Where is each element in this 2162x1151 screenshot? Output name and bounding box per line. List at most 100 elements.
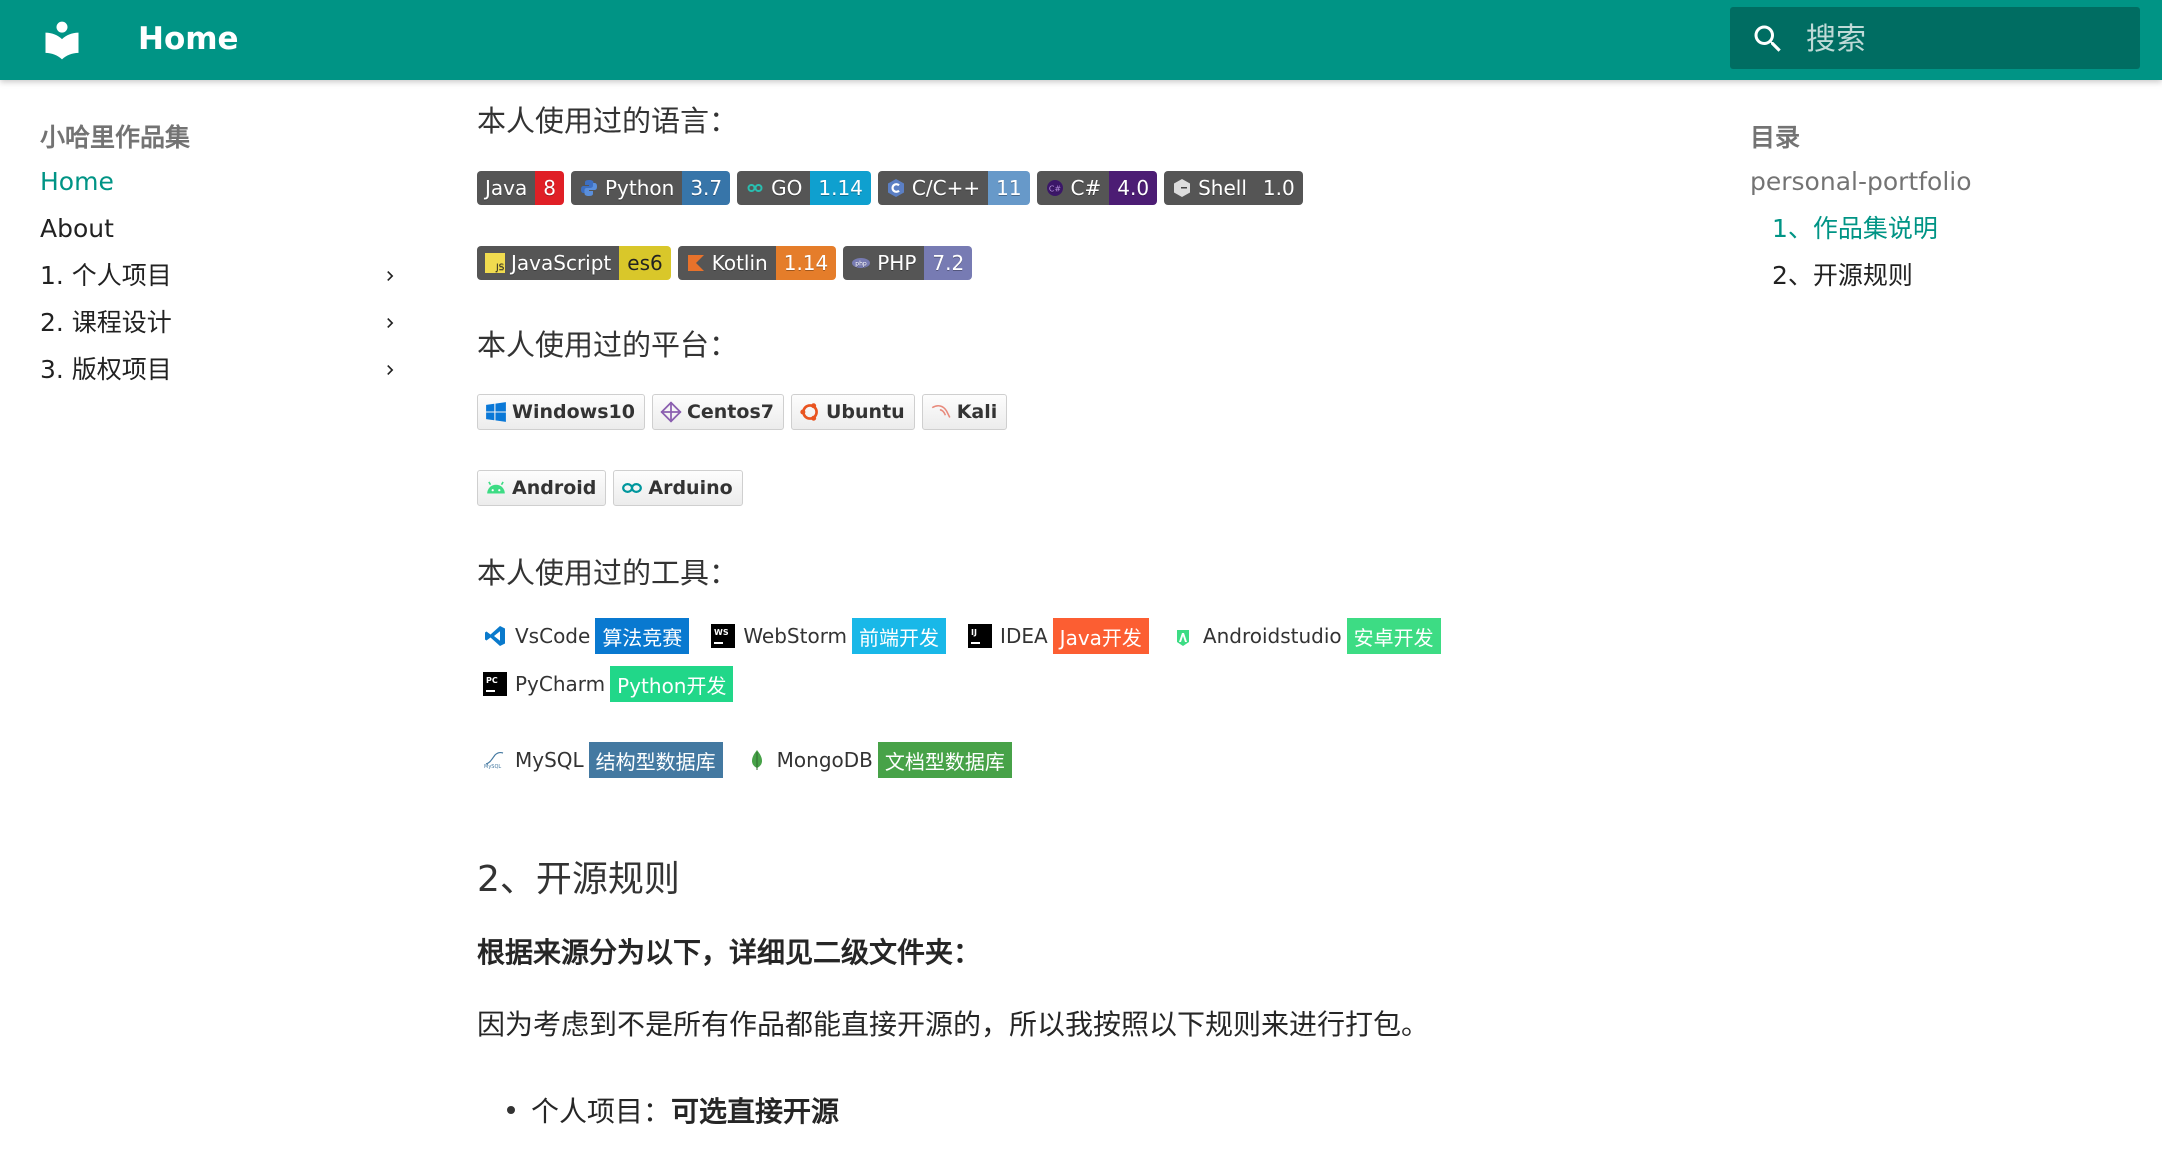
badge-value: 11 <box>988 171 1030 205</box>
chevron-right-icon <box>387 271 394 281</box>
tool-badges-row: VsCode 算法竞赛 WS WebStorm 前端开发 IJ IDEA Jav… <box>477 618 1457 654</box>
kotlin-icon <box>687 255 704 271</box>
nav-item-label: 2. 课程设计 <box>40 308 172 337</box>
badge-label: MongoDB <box>776 748 873 772</box>
badge-label: PHP <box>877 251 917 275</box>
svg-text:php: php <box>856 261 868 268</box>
badge-arduino[interactable]: Arduino <box>613 470 743 506</box>
site-title: 小哈里作品集 <box>40 123 191 152</box>
badge-idea[interactable]: IJ IDEA Java开发 <box>962 618 1149 654</box>
badge-label: JavaScript <box>511 251 612 275</box>
badge-mysql[interactable]: MySQL MySQL 结构型数据库 <box>477 742 723 778</box>
book-logo-icon[interactable] <box>40 18 84 62</box>
badge-label: Windows10 <box>512 401 635 423</box>
search-icon[interactable] <box>1750 21 1786 57</box>
badge-label: C# <box>1070 176 1102 200</box>
section-subheading: 根据来源分为以下，详细见二级文件夹： <box>477 936 982 969</box>
androidstudio-icon <box>1176 630 1189 646</box>
badge-label: Androidstudio <box>1202 624 1342 648</box>
top-app-bar: Home <box>0 0 2162 80</box>
chevron-right-icon <box>387 365 394 375</box>
badge-value: 4.0 <box>1109 171 1158 205</box>
badge-value: 文档型数据库 <box>877 742 1012 778</box>
centos-icon <box>660 401 682 423</box>
badge-label: Shell <box>1198 176 1247 200</box>
badge-value: 算法竞赛 <box>595 618 690 654</box>
badge-value: es6 <box>619 246 671 280</box>
php-icon: php <box>852 258 871 268</box>
ubuntu-icon <box>800 403 818 421</box>
badge-vscode[interactable]: VsCode 算法竞赛 <box>477 618 690 654</box>
badge-ubuntu[interactable]: Ubuntu <box>790 394 915 430</box>
badge-label: Arduino <box>648 477 733 499</box>
windows-icon <box>486 402 506 422</box>
badge-webstorm[interactable]: WS WebStorm 前端开发 <box>705 618 947 654</box>
language-badges-row: JS JavaScript es6 Kotlin 1.14 php PHP 7.… <box>477 246 979 280</box>
badge-centos7[interactable]: Centos7 <box>651 394 784 430</box>
toc-item-personal-portfolio[interactable]: personal-portfolio <box>1750 158 2130 205</box>
badge-value: 1.0 <box>1254 171 1303 205</box>
nav-item-copyright-projects[interactable]: 3. 版权项目 <box>40 346 400 393</box>
toc-item-open-source-rules[interactable]: 2、开源规则 <box>1750 252 2130 299</box>
svg-text:PC: PC <box>486 676 498 685</box>
badge-kotlin[interactable]: Kotlin 1.14 <box>677 246 837 280</box>
platform-badges-row: Android Arduino <box>477 470 750 506</box>
badge-value: 安卓开发 <box>1346 618 1441 654</box>
kali-icon <box>931 404 951 418</box>
list-item: 个人项目：可选直接开源 <box>507 1090 839 1130</box>
badge-label: Java <box>485 176 528 200</box>
badge-label: Centos7 <box>686 401 774 423</box>
nav-item-label: 1. 个人项目 <box>40 261 172 290</box>
svg-text:JS: JS <box>495 263 505 273</box>
badge-androidstudio[interactable]: Androidstudio 安卓开发 <box>1164 618 1441 654</box>
badge-label: PyCharm <box>515 672 606 696</box>
badge-go[interactable]: GO 1.14 <box>737 171 871 205</box>
tools-heading: 本人使用过的工具： <box>477 556 739 590</box>
badge-php[interactable]: php PHP 7.2 <box>843 246 973 280</box>
arduino-icon <box>622 483 643 493</box>
mongodb-icon <box>751 750 762 770</box>
svg-text:C#: C# <box>1048 185 1061 194</box>
nav-item-personal-projects[interactable]: 1. 个人项目 <box>40 252 400 299</box>
search-box[interactable] <box>1730 7 2140 71</box>
primary-navigation: 小哈里作品集 Home About 1. 个人项目 2. 课程设计 3. 版权项… <box>40 114 400 393</box>
badge-kali[interactable]: Kali <box>921 394 1008 430</box>
badge-pycharm[interactable]: PC PyCharm Python开发 <box>477 666 734 702</box>
badge-label: GO <box>771 176 803 200</box>
badge-value: 3.7 <box>682 171 731 205</box>
android-icon <box>487 481 505 494</box>
badge-windows10[interactable]: Windows10 <box>477 394 645 430</box>
nav-item-home[interactable]: Home <box>40 158 400 205</box>
badge-shell[interactable]: Shell 1.0 <box>1164 171 1303 205</box>
vscode-icon <box>485 626 505 646</box>
badge-value: 结构型数据库 <box>588 742 723 778</box>
badge-label: MySQL <box>515 748 584 772</box>
nav-item-label: 3. 版权项目 <box>40 355 172 384</box>
nav-item-about[interactable]: About <box>40 205 400 252</box>
badge-value: 1.14 <box>810 171 871 205</box>
badge-java[interactable]: Java 8 <box>477 171 564 205</box>
search-input[interactable] <box>1804 7 2128 71</box>
section-paragraph: 因为考虑到不是所有作品都能直接开源的，所以我按照以下规则来进行打包。 <box>477 1008 1430 1041</box>
badge-csharp[interactable]: C# C# 4.0 <box>1036 171 1158 205</box>
badge-mongodb[interactable]: MongoDB 文档型数据库 <box>738 742 1012 778</box>
page-title: Home <box>138 21 239 57</box>
badge-label: Python <box>604 176 675 200</box>
csharp-icon: C# <box>1046 180 1063 196</box>
badge-javascript[interactable]: JS JavaScript es6 <box>477 246 671 280</box>
badge-label: VsCode <box>515 624 591 648</box>
badge-label: Kotlin <box>711 251 768 275</box>
toc-item-portfolio-description[interactable]: 1、作品集说明 <box>1750 205 2130 252</box>
badge-value: 8 <box>535 171 564 205</box>
badge-python[interactable]: Python 3.7 <box>570 171 731 205</box>
tool-badges-row: PC PyCharm Python开发 <box>477 666 749 702</box>
badge-label: IDEA <box>1000 624 1048 648</box>
idea-icon: IJ <box>968 624 993 648</box>
nav-item-course-design[interactable]: 2. 课程设计 <box>40 299 400 346</box>
badge-android[interactable]: Android <box>477 470 607 506</box>
svg-text:MySQL: MySQL <box>484 764 501 770</box>
cpp-icon <box>887 179 904 197</box>
badge-label: WebStorm <box>743 624 848 648</box>
bullet-dot <box>507 1106 515 1114</box>
badge-cpp[interactable]: C/C++ 11 <box>877 171 1030 205</box>
